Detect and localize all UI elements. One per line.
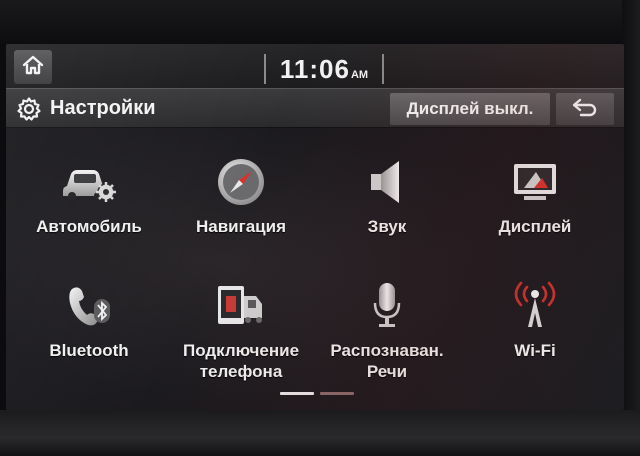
device-bezel-right bbox=[622, 0, 640, 456]
car-settings-icon bbox=[59, 156, 119, 208]
clock-ampm: AM bbox=[350, 69, 369, 81]
title-bar: Настройки Дисплей выкл. bbox=[6, 88, 624, 128]
display-icon bbox=[505, 156, 565, 208]
menu-item-label: Автомобиль bbox=[36, 217, 142, 236]
menu-item-phone-connection[interactable]: Подключение телефона bbox=[166, 280, 316, 390]
phone-connection-icon bbox=[211, 280, 271, 332]
page-indicator-active bbox=[280, 392, 314, 395]
menu-item-label-line1: Распознаван. bbox=[330, 341, 444, 360]
microphone-icon bbox=[357, 280, 417, 332]
device-bezel-bottom bbox=[0, 410, 640, 456]
menu-item-label: Дисплей bbox=[498, 217, 572, 236]
back-button[interactable] bbox=[556, 93, 614, 125]
menu-item-label: Звук bbox=[367, 217, 407, 236]
status-bar: 11:06 AM bbox=[6, 44, 624, 88]
back-arrow-icon bbox=[571, 97, 599, 122]
menu-item-sound[interactable]: Звук bbox=[312, 156, 462, 266]
page-title: Настройки bbox=[50, 97, 156, 119]
menu-item-label: Bluetooth bbox=[49, 341, 129, 360]
bluetooth-phone-icon bbox=[59, 280, 119, 332]
clock: 11:06 AM bbox=[264, 54, 384, 84]
menu-item-wifi[interactable]: Wi-Fi bbox=[460, 280, 610, 390]
menu-item-voice-recognition[interactable]: Распознаван. Речи bbox=[312, 280, 462, 390]
wifi-icon bbox=[505, 280, 565, 332]
home-button[interactable] bbox=[14, 50, 52, 84]
menu-item-label-line2: Речи bbox=[366, 362, 408, 381]
menu-item-label: Навигация bbox=[196, 217, 286, 236]
compass-icon bbox=[211, 156, 271, 208]
menu-item-label: Распознаван. Речи bbox=[330, 340, 443, 382]
menu-item-bluetooth[interactable]: Bluetooth bbox=[14, 280, 164, 390]
menu-item-vehicle[interactable]: Автомобиль bbox=[14, 156, 164, 266]
menu-item-label: Подключение телефона bbox=[183, 340, 299, 382]
menu-item-display[interactable]: Дисплей bbox=[460, 156, 610, 266]
display-off-button[interactable]: Дисплей выкл. bbox=[390, 93, 550, 125]
menu-item-label-line1: Подключение bbox=[182, 341, 300, 360]
page-indicator-inactive[interactable] bbox=[320, 392, 354, 395]
speaker-icon bbox=[357, 156, 417, 208]
clock-time: 11:06 bbox=[279, 54, 350, 84]
menu-item-label: Wi-Fi bbox=[514, 341, 556, 360]
device-bezel-top bbox=[0, 0, 640, 44]
infotainment-screen: 11:06 AM Настройки Дисплей выкл. Автомоб… bbox=[6, 44, 624, 410]
menu-item-navigation[interactable]: Навигация bbox=[166, 156, 316, 266]
home-icon bbox=[21, 54, 45, 81]
gear-icon bbox=[16, 96, 42, 122]
menu-item-label-line2: телефона bbox=[199, 362, 283, 381]
